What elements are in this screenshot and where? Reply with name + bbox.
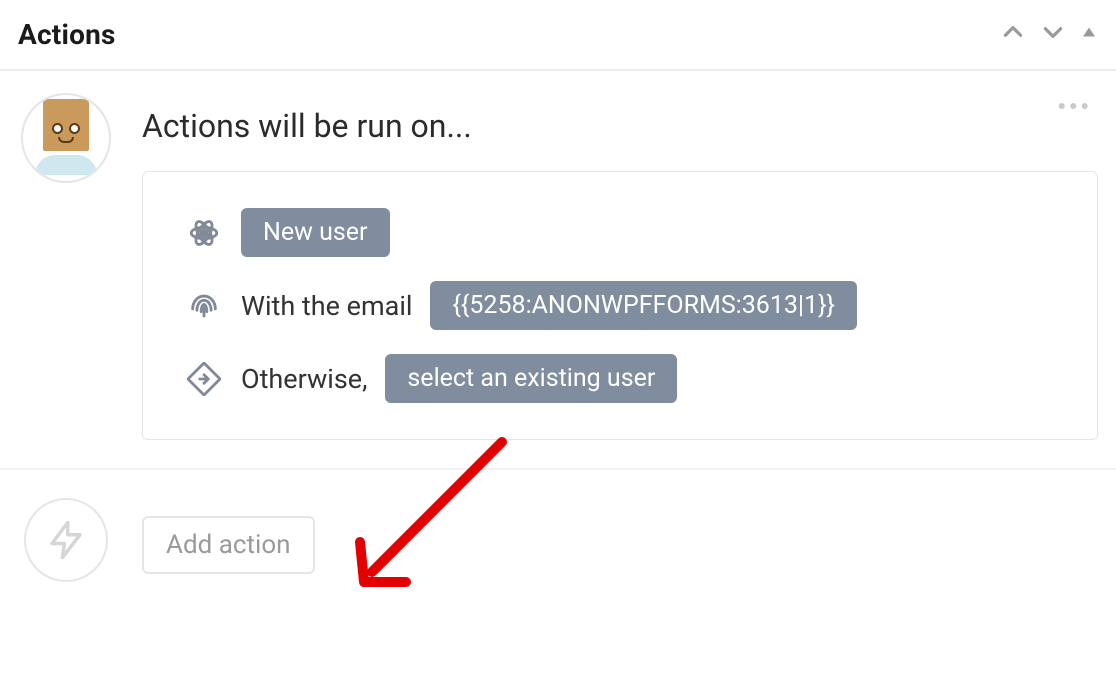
- move-down-icon[interactable]: [1040, 19, 1066, 50]
- email-label: With the email: [241, 290, 412, 322]
- annotation-arrow-icon: [342, 432, 562, 602]
- add-action-content: Add action: [142, 498, 1098, 582]
- add-action-section: Add action: [0, 468, 1116, 614]
- panel-header: Actions: [0, 0, 1116, 71]
- otherwise-label: Otherwise,: [241, 363, 367, 395]
- bolt-icon: [24, 498, 108, 582]
- email-token-pill[interactable]: {{5258:ANONWPFFORMS:3613|1}}: [430, 281, 857, 330]
- trigger-avatar-col: [18, 93, 114, 440]
- trigger-title: Actions will be run on...: [142, 107, 1098, 145]
- collapse-icon[interactable]: [1080, 23, 1098, 46]
- panel-title: Actions: [18, 18, 116, 51]
- more-options-icon[interactable]: ●●●: [1058, 97, 1092, 114]
- trigger-card: New user With the email {{5258:ANONWPFFO…: [142, 171, 1098, 440]
- move-up-icon[interactable]: [1000, 19, 1026, 50]
- panel-controls: [1000, 19, 1098, 50]
- direction-icon: [185, 362, 223, 396]
- row-otherwise: Otherwise, select an existing user: [185, 354, 1055, 403]
- row-new-user: New user: [185, 208, 1055, 257]
- add-action-button[interactable]: Add action: [142, 516, 315, 574]
- atom-icon: [185, 216, 223, 250]
- trigger-content: ●●● Actions will be run on... New user: [142, 93, 1098, 440]
- user-avatar: [21, 93, 111, 183]
- add-action-icon-col: [18, 498, 114, 582]
- fingerprint-icon: [185, 289, 223, 323]
- new-user-pill[interactable]: New user: [241, 208, 390, 257]
- otherwise-pill[interactable]: select an existing user: [385, 354, 677, 403]
- trigger-section: ●●● Actions will be run on... New user: [0, 71, 1116, 440]
- row-email: With the email {{5258:ANONWPFFORMS:3613|…: [185, 281, 1055, 330]
